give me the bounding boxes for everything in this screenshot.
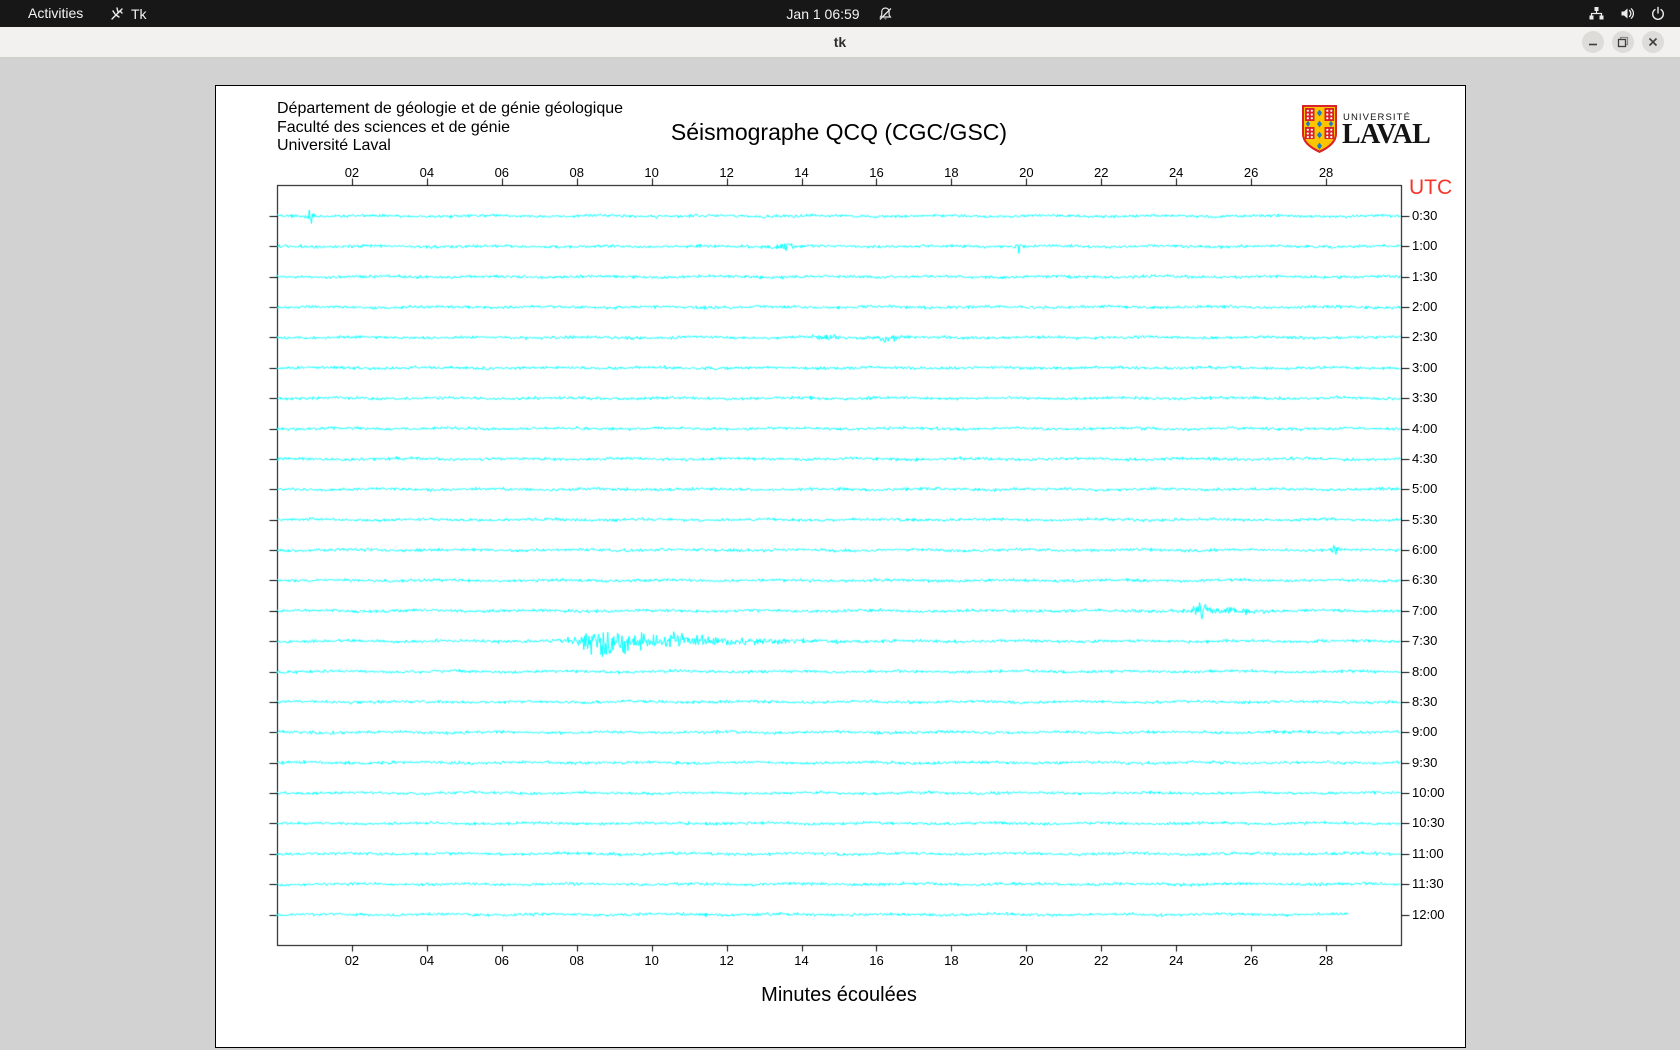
time-label: 9:00 xyxy=(1412,724,1438,740)
x-tick-label-bottom: 20 xyxy=(1019,953,1034,968)
x-tick-label-top: 16 xyxy=(869,165,884,180)
minimize-button[interactable] xyxy=(1582,31,1604,53)
focused-app-indicator[interactable]: Tk xyxy=(110,0,147,27)
time-label: 8:30 xyxy=(1412,693,1438,709)
time-label: 4:30 xyxy=(1412,450,1438,466)
time-label: 11:30 xyxy=(1412,876,1444,892)
clock-area[interactable]: Jan 1 06:59 xyxy=(786,0,893,27)
activities-button[interactable]: Activities xyxy=(20,0,91,27)
time-label: 7:30 xyxy=(1412,633,1438,649)
notifications-muted-icon xyxy=(878,6,894,22)
x-tick-label-top: 12 xyxy=(719,165,734,180)
system-tray[interactable] xyxy=(1588,0,1666,27)
x-tick-label-top: 10 xyxy=(644,165,659,180)
time-label: 7:00 xyxy=(1412,602,1438,618)
window-titlebar[interactable]: tk xyxy=(0,27,1680,58)
time-label: 10:30 xyxy=(1412,815,1445,831)
x-tick-label-bottom: 28 xyxy=(1318,953,1334,968)
x-tick-label-bottom: 12 xyxy=(719,953,734,968)
time-label: 3:00 xyxy=(1412,359,1438,375)
maximize-button[interactable] xyxy=(1612,31,1634,53)
window-title: tk xyxy=(833,34,847,50)
x-tick-label-bottom: 04 xyxy=(419,953,435,968)
window-controls xyxy=(1582,31,1664,53)
x-tick-label-bottom: 24 xyxy=(1168,953,1184,968)
time-label: 3:30 xyxy=(1412,390,1438,406)
x-tick-label-top: 24 xyxy=(1168,165,1184,180)
x-tick-label-top: 20 xyxy=(1019,165,1034,180)
x-tick-label-top: 08 xyxy=(569,165,584,180)
x-tick-label-top: 06 xyxy=(494,165,510,180)
time-label: 11:00 xyxy=(1412,845,1444,861)
time-label: 5:00 xyxy=(1412,481,1438,497)
x-tick-label-bottom: 10 xyxy=(644,953,659,968)
x-tick-label-top: 18 xyxy=(944,165,959,180)
volume-icon xyxy=(1619,5,1636,22)
time-label: 5:30 xyxy=(1412,511,1438,527)
x-axis-title: Minutes écoulées xyxy=(761,984,917,1006)
x-tick-label-top: 26 xyxy=(1243,165,1259,180)
time-label: 4:00 xyxy=(1412,420,1438,436)
os-top-bar: Activities Tk Jan 1 06:59 xyxy=(0,0,1680,27)
close-button[interactable] xyxy=(1642,31,1664,53)
time-label: 8:00 xyxy=(1412,663,1438,679)
time-label: 2:30 xyxy=(1412,329,1438,345)
power-icon xyxy=(1650,6,1666,22)
x-tick-label-bottom: 02 xyxy=(344,953,360,968)
app-name-label: Tk xyxy=(131,5,147,22)
time-label: 0:30 xyxy=(1412,208,1438,223)
time-label: 6:30 xyxy=(1412,572,1438,588)
seismograph-panel: Département de géologie et de génie géol… xyxy=(215,85,1467,1049)
time-label: 2:00 xyxy=(1412,299,1438,315)
network-icon xyxy=(1588,5,1605,22)
time-label: 12:00 xyxy=(1412,906,1445,922)
time-label: 10:00 xyxy=(1412,785,1445,801)
x-tick-label-bottom: 26 xyxy=(1243,953,1259,968)
time-label: 1:00 xyxy=(1412,238,1438,254)
utc-label: UTC xyxy=(1409,176,1453,199)
time-label: 9:30 xyxy=(1412,754,1438,770)
x-tick-label-top: 22 xyxy=(1094,165,1109,180)
x-tick-label-bottom: 18 xyxy=(944,953,959,968)
x-tick-label-bottom: 22 xyxy=(1094,953,1109,968)
seismogram-canvas xyxy=(216,86,1467,1049)
x-tick-label-bottom: 16 xyxy=(869,953,884,968)
x-tick-label-top: 04 xyxy=(419,165,435,180)
x-tick-label-top: 02 xyxy=(344,165,360,180)
time-label: 1:30 xyxy=(1412,268,1438,284)
x-tick-label-bottom: 14 xyxy=(794,953,809,968)
time-label: 6:00 xyxy=(1412,542,1438,558)
x-tick-label-bottom: 06 xyxy=(494,953,510,968)
x-tick-label-bottom: 08 xyxy=(569,953,584,968)
window-content: Département de géologie et de génie géol… xyxy=(0,58,1680,1050)
tk-icon xyxy=(110,6,125,21)
x-tick-label-top: 14 xyxy=(794,165,809,180)
x-tick-label-top: 28 xyxy=(1318,165,1334,180)
clock-label: Jan 1 06:59 xyxy=(786,5,860,22)
